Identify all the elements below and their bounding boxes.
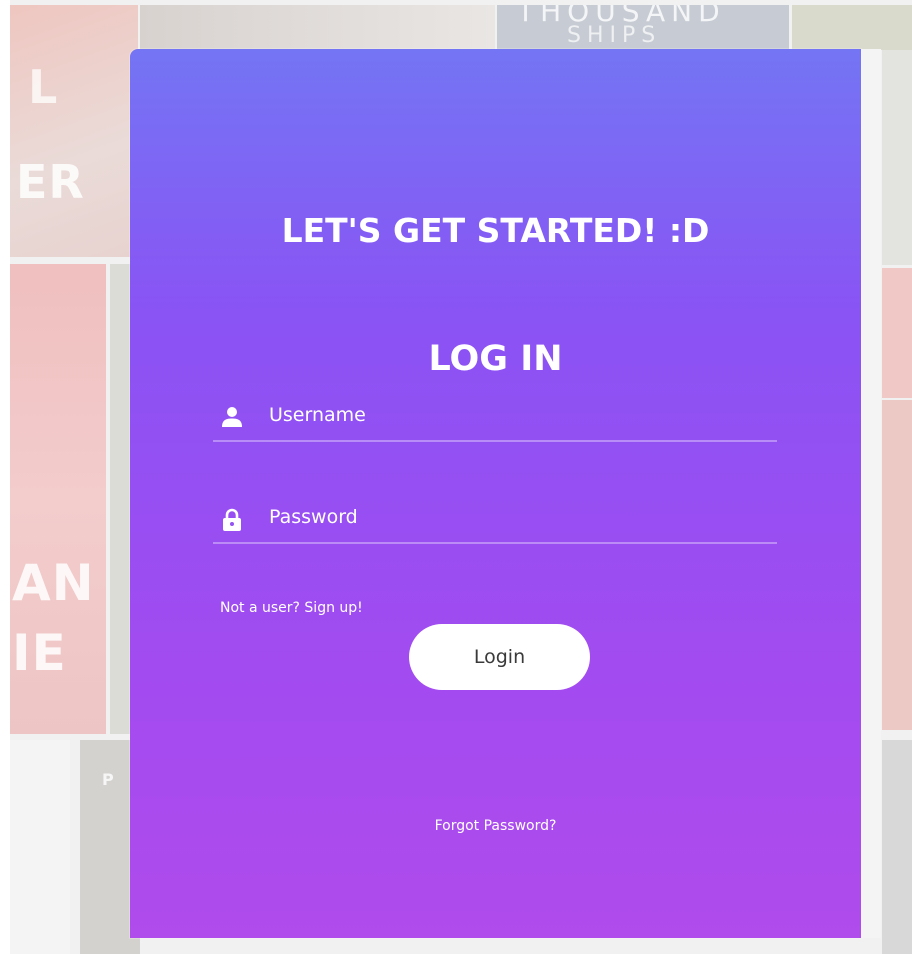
- book-cover: [882, 400, 912, 730]
- card-edge: [861, 49, 881, 938]
- forgot-password-link[interactable]: Forgot Password?: [130, 818, 861, 834]
- cover-text: SHIPS: [567, 23, 662, 48]
- cover-text: L: [28, 60, 59, 114]
- book-cover: L ER: [10, 5, 138, 257]
- password-input[interactable]: [269, 500, 769, 534]
- login-heading: LOG IN: [428, 339, 563, 379]
- user-icon: [221, 406, 242, 428]
- password-field: [213, 494, 777, 544]
- book-cover: [882, 740, 912, 954]
- lock-icon: [221, 508, 241, 531]
- book-cover: THOUSAND SHIPS: [497, 5, 789, 50]
- book-cover: [882, 50, 912, 265]
- cover-text: ER: [16, 155, 85, 209]
- book-cover: [792, 5, 912, 50]
- book-cover: [882, 268, 912, 398]
- book-cover: [10, 740, 70, 954]
- login-button[interactable]: Login: [409, 624, 590, 690]
- cover-text: P: [102, 770, 115, 789]
- book-cover: [140, 5, 495, 50]
- page-title: LET'S GET STARTED! :D: [281, 211, 710, 250]
- book-cover: AN IE: [10, 264, 106, 734]
- username-field: [213, 392, 777, 442]
- cover-text: IE: [12, 624, 67, 682]
- cover-text: AN: [12, 554, 95, 612]
- username-input[interactable]: [269, 398, 769, 432]
- signup-link[interactable]: Not a user? Sign up!: [220, 600, 363, 616]
